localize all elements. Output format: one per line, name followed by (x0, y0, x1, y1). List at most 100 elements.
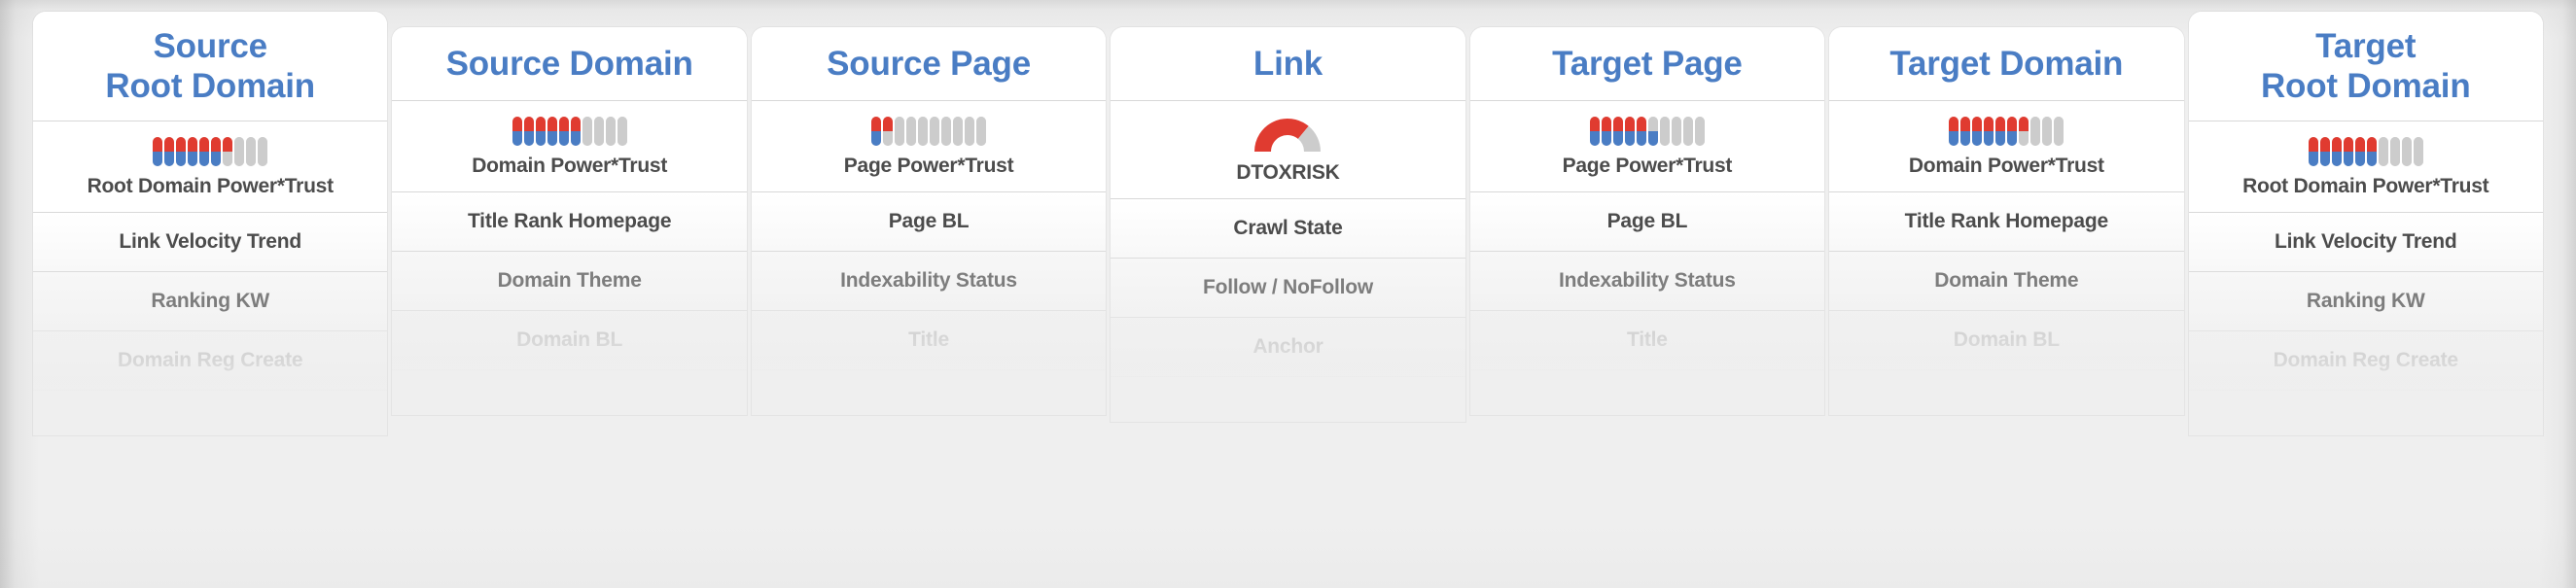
metric-row-label: Page Power*Trust (843, 154, 1014, 177)
metric-list-item[interactable]: Crawl State (1111, 198, 1465, 259)
column-header-line: Source (153, 27, 267, 65)
meter-bar-bottom (1589, 130, 1600, 146)
meter-bar (1995, 116, 2006, 146)
metric-column-card[interactable]: Source Root Domain Root Domain Power*Trust… (33, 12, 388, 435)
meter-bar-top (605, 116, 616, 131)
meter-bar (2378, 136, 2388, 166)
metric-row[interactable]: Root Domain Power*Trust (33, 121, 388, 213)
metric-list-item[interactable]: Indexability Status (1469, 251, 1825, 311)
meter-bar-top (1624, 116, 1635, 131)
metric-list-item[interactable]: Ranking KW (33, 271, 388, 331)
meter-bar-top (2042, 116, 2053, 131)
metric-column-card[interactable]: Target Root Domain Root Domain Power*Trust… (2188, 12, 2543, 435)
metric-row[interactable]: Domain Power*Trust (1829, 100, 2184, 192)
meter-bar-bottom (1682, 130, 1693, 146)
metric-row[interactable]: DTOXRISK (1111, 100, 1465, 199)
meter-bar-bottom (871, 130, 882, 146)
metric-list-item[interactable]: Domain BL (392, 310, 747, 370)
metric-list-item[interactable]: Title Rank Homepage (1829, 191, 2184, 252)
meter-bar-bottom (1972, 130, 1983, 146)
meter-bar (512, 116, 522, 146)
meter-bar-top (234, 136, 245, 152)
metric-list-item[interactable]: Domain Theme (392, 251, 747, 311)
meter-bar-bottom (176, 151, 187, 166)
column-header-title: Source Root Domain (33, 12, 388, 121)
meter-bar (976, 116, 987, 146)
metric-list-item[interactable]: Title (1469, 310, 1825, 370)
meter-bar-top (1694, 116, 1705, 131)
metric-column-card[interactable]: Target Page Page Power*Trust Page BL Indexa… (1469, 27, 1825, 415)
metric-list-item[interactable]: Indexability Status (751, 251, 1107, 311)
meter-bar (918, 116, 929, 146)
meter-bar-top (1984, 116, 1994, 131)
meter-bar-bottom (2030, 130, 2041, 146)
metric-list-item[interactable]: Domain Reg Create (33, 330, 388, 391)
metric-row[interactable]: Root Domain Power*Trust (2188, 121, 2543, 213)
metric-row[interactable]: Domain Power*Trust (392, 100, 747, 192)
meter-bar-top (2331, 136, 2342, 152)
meter-bar-top (1601, 116, 1611, 131)
metric-list-item[interactable]: Follow / NoFollow (1111, 258, 1465, 318)
meter-bar-top (223, 136, 233, 152)
meter-bar-top (1612, 116, 1623, 131)
column-header-title: Target Domain (1829, 27, 2184, 101)
meter-bar-top (1589, 116, 1600, 131)
metric-column-card[interactable]: Source Domain Domain Power*Trust Title Ran… (392, 27, 747, 415)
metric-list-item[interactable]: Domain BL (1829, 310, 2184, 370)
meter-bar (2019, 116, 2029, 146)
meter-bar (617, 116, 627, 146)
meter-bar-top (918, 116, 929, 131)
power-trust-meter-icon (2308, 136, 2423, 166)
metric-list-item[interactable]: Title (751, 310, 1107, 370)
metric-list-item[interactable]: Page BL (1469, 191, 1825, 252)
metric-row-label: Domain Power*Trust (1908, 154, 2104, 177)
metric-list-item[interactable]: Link Velocity Trend (33, 212, 388, 272)
metric-row[interactable]: Page Power*Trust (1469, 100, 1825, 192)
meter-bar-top (895, 116, 905, 131)
meter-bar (199, 136, 210, 166)
meter-bar (535, 116, 546, 146)
meter-bar-bottom (246, 151, 257, 166)
column-header-line: Root Domain (105, 66, 315, 105)
meter-bar (570, 116, 581, 146)
metric-list-item[interactable]: Anchor (1111, 317, 1465, 377)
meter-bar (2401, 136, 2412, 166)
metric-row[interactable]: Page Power*Trust (751, 100, 1107, 192)
metric-list-item[interactable]: Title Rank Homepage (392, 191, 747, 252)
metric-list-item[interactable]: Domain Theme (1829, 251, 2184, 311)
metric-column-card[interactable]: Source Page Page Power*Trust Page BL Indexa… (751, 27, 1107, 415)
metric-list-item[interactable]: Domain Reg Create (2188, 330, 2543, 391)
metric-list-item[interactable]: Ranking KW (2188, 271, 2543, 331)
meter-bar-top (1647, 116, 1658, 131)
meter-bar-top (1636, 116, 1646, 131)
meter-bar (1659, 116, 1670, 146)
meter-bar-top (1682, 116, 1693, 131)
column-header-line: Target Page (1552, 45, 1743, 83)
meter-bar-top (558, 116, 569, 131)
meter-bar-bottom (1601, 130, 1611, 146)
meter-bar-bottom (2401, 151, 2412, 166)
metric-list-item-truncated (1469, 369, 1825, 415)
meter-bar (1601, 116, 1611, 146)
power-trust-meter-icon (871, 116, 987, 146)
meter-bar-bottom (164, 151, 175, 166)
meter-bar (1972, 116, 1983, 146)
metric-list-item[interactable]: Page BL (751, 191, 1107, 252)
meter-bar-top (2308, 136, 2318, 152)
column-header-title: Target Page (1469, 27, 1825, 101)
meter-bar-bottom (1647, 130, 1658, 146)
meter-bar-top (246, 136, 257, 152)
meter-bar-bottom (2042, 130, 2053, 146)
metric-column-card[interactable]: Target Domain Domain Power*Trust Title Ran… (1829, 27, 2184, 415)
meter-bar (1647, 116, 1658, 146)
meter-bar-bottom (523, 130, 534, 146)
meter-bar (558, 116, 569, 146)
meter-bar (258, 136, 268, 166)
metric-column-card[interactable]: Link DTOXRISK Crawl State Follow / NoFollow… (1111, 27, 1465, 422)
meter-bar (2354, 136, 2365, 166)
meter-bar-bottom (976, 130, 987, 146)
metric-list-item[interactable]: Link Velocity Trend (2188, 212, 2543, 272)
meter-bar (2319, 136, 2330, 166)
meter-bar-bottom (953, 130, 964, 146)
meter-bar (176, 136, 187, 166)
